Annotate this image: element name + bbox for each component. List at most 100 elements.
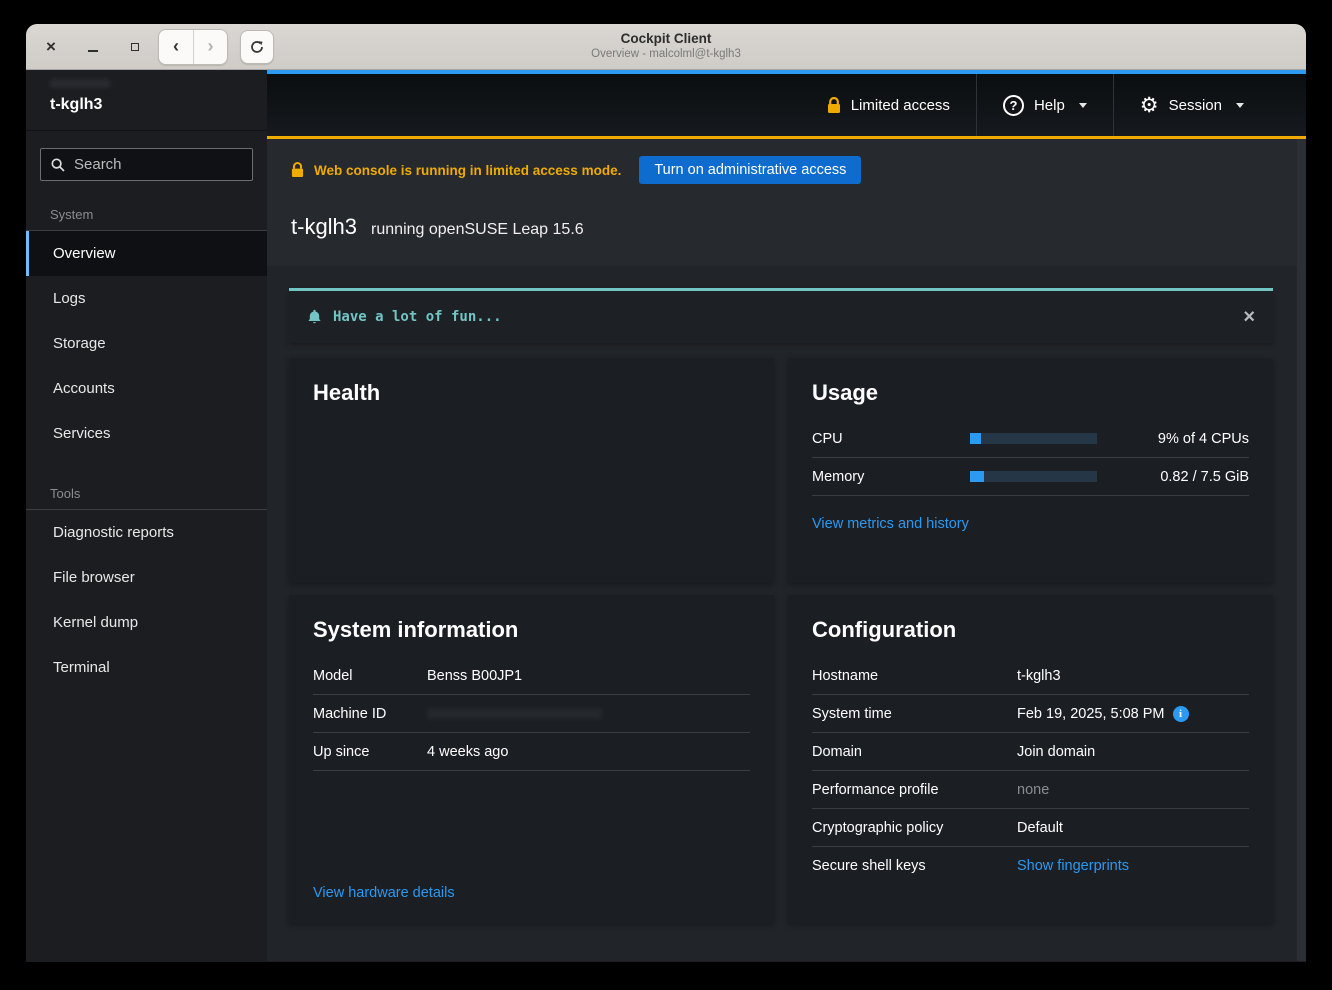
page-header: Web console is running in limited access…	[267, 139, 1306, 266]
performance-profile-value: none	[1017, 782, 1049, 798]
hostname-row: Hostname t-kglh3	[812, 657, 1249, 695]
memory-usage-value: 0.82 / 7.5 GiB	[1097, 469, 1249, 485]
sidebar: t-kglh3 System Overview Logs Storage Acc…	[26, 70, 267, 961]
cpu-progress-bar	[970, 433, 1097, 444]
show-fingerprints-link[interactable]: Show fingerprints	[1017, 858, 1129, 874]
forward-button[interactable]: ›	[193, 30, 227, 64]
system-time-value: Feb 19, 2025, 5:08 PM	[1017, 706, 1165, 722]
sidebar-item-file-browser[interactable]: File browser	[26, 555, 267, 600]
turn-on-admin-access-button[interactable]: Turn on administrative access	[639, 156, 861, 184]
model-row: Model Benss B00JP1	[313, 657, 750, 695]
redacted-user-label	[50, 79, 110, 88]
window-title: Cockpit Client	[621, 31, 712, 48]
cryptographic-policy-value: Default	[1017, 820, 1063, 836]
health-card: Health	[289, 358, 774, 583]
sidebar-item-services[interactable]: Services	[26, 411, 267, 456]
sidebar-item-logs[interactable]: Logs	[26, 276, 267, 321]
performance-profile-label: Performance profile	[812, 782, 1017, 798]
page-title: t-kglh3 running openSUSE Leap 15.6	[291, 214, 1282, 240]
up-since-value: 4 weeks ago	[427, 744, 508, 760]
window-controls: ×	[26, 38, 144, 56]
cpu-usage-row: CPU 9% of 4 CPUs	[812, 420, 1249, 458]
usage-card: Usage CPU 9% of 4 CPUs Memory	[788, 358, 1273, 583]
machine-id-label: Machine ID	[313, 706, 427, 722]
model-label: Model	[313, 668, 427, 684]
up-since-label: Up since	[313, 744, 427, 760]
cryptographic-policy-row: Cryptographic policy Default	[812, 809, 1249, 847]
page-os-text: running openSUSE Leap 15.6	[371, 221, 584, 239]
sidebar-search[interactable]	[40, 148, 253, 181]
help-icon: ?	[1003, 95, 1024, 116]
cpu-progress-fill	[970, 433, 981, 444]
domain-label: Domain	[812, 744, 1017, 760]
gear-icon: ⚙	[1140, 95, 1159, 116]
session-menu[interactable]: ⚙ Session	[1114, 74, 1270, 136]
help-menu[interactable]: ? Help	[977, 74, 1113, 136]
search-icon	[51, 158, 65, 172]
motd-alert: Have a lot of fun... ×	[289, 288, 1273, 343]
performance-profile-row: Performance profile none	[812, 771, 1249, 809]
masthead: Limited access ? Help ⚙ Session	[267, 70, 1306, 139]
banner-message: Web console is running in limited access…	[314, 163, 621, 178]
info-icon[interactable]: i	[1173, 706, 1189, 722]
system-time-row: System time Feb 19, 2025, 5:08 PM i	[812, 695, 1249, 733]
sidebar-section-system: System	[26, 191, 267, 230]
machine-id-redacted-value	[427, 708, 602, 719]
page-hostname: t-kglh3	[291, 214, 357, 240]
memory-label: Memory	[812, 469, 970, 485]
sidebar-item-kernel-dump[interactable]: Kernel dump	[26, 600, 267, 645]
secure-shell-keys-label: Secure shell keys	[812, 858, 1017, 874]
secure-shell-keys-row: Secure shell keys Show fingerprints	[812, 847, 1249, 885]
lock-icon	[291, 162, 304, 178]
sidebar-item-diagnostic-reports[interactable]: Diagnostic reports	[26, 510, 267, 555]
scrollbar[interactable]	[1297, 139, 1306, 961]
configuration-card: Configuration Hostname t-kglh3 System ti…	[788, 595, 1273, 923]
up-since-row: Up since 4 weeks ago	[313, 733, 750, 771]
help-label: Help	[1034, 97, 1065, 114]
titlebar: × ‹ › Cockpit Client Overview - malcolml…	[26, 24, 1306, 70]
memory-usage-row: Memory 0.82 / 7.5 GiB	[812, 458, 1249, 496]
view-metrics-link[interactable]: View metrics and history	[812, 516, 1249, 532]
sidebar-section-tools: Tools	[26, 456, 267, 509]
machine-id-row: Machine ID	[313, 695, 750, 733]
alert-close-icon[interactable]: ×	[1243, 307, 1255, 327]
health-card-title: Health	[313, 380, 750, 406]
system-information-card: System information Model Benss B00JP1 Ma…	[289, 595, 774, 923]
configuration-card-title: Configuration	[812, 617, 1249, 643]
motd-text: Have a lot of fun...	[333, 309, 502, 325]
system-time-label: System time	[812, 706, 1017, 722]
history-nav-group: ‹ ›	[158, 29, 228, 65]
hostname-label: Hostname	[812, 668, 1017, 684]
limited-access-label: Limited access	[851, 97, 950, 114]
cpu-label: CPU	[812, 431, 970, 447]
hostname-value: t-kglh3	[1017, 668, 1061, 684]
sidebar-item-terminal[interactable]: Terminal	[26, 645, 267, 690]
search-input[interactable]	[74, 156, 224, 173]
model-value: Benss B00JP1	[427, 668, 522, 684]
sidebar-host-title: t-kglh3	[26, 90, 267, 131]
limited-access-indicator[interactable]: Limited access	[801, 74, 976, 136]
cpu-usage-value: 9% of 4 CPUs	[1097, 431, 1249, 447]
limited-access-banner: Web console is running in limited access…	[291, 156, 1282, 184]
bell-icon	[307, 309, 322, 325]
join-domain-value[interactable]: Join domain	[1017, 744, 1095, 760]
view-hardware-details-link[interactable]: View hardware details	[313, 885, 750, 901]
sidebar-item-storage[interactable]: Storage	[26, 321, 267, 366]
refresh-button[interactable]	[240, 30, 274, 64]
system-information-card-title: System information	[313, 617, 750, 643]
sidebar-item-accounts[interactable]: Accounts	[26, 366, 267, 411]
minimize-window-icon[interactable]	[84, 38, 102, 56]
main-area: Limited access ? Help ⚙ Session	[267, 70, 1306, 961]
cryptographic-policy-label: Cryptographic policy	[812, 820, 1017, 836]
chevron-down-icon	[1079, 103, 1087, 108]
session-label: Session	[1169, 97, 1222, 114]
sidebar-item-overview[interactable]: Overview	[26, 231, 267, 276]
window-subtitle: Overview - malcolml@t-kglh3	[591, 48, 741, 62]
close-window-icon[interactable]: ×	[42, 38, 60, 56]
overview-content: Have a lot of fun... × Health Usage CPU	[267, 266, 1306, 961]
back-button[interactable]: ‹	[159, 30, 193, 64]
memory-progress-bar	[970, 471, 1097, 482]
app-window: × ‹ › Cockpit Client Overview - malcolml…	[26, 24, 1306, 962]
maximize-window-icon[interactable]	[126, 38, 144, 56]
memory-progress-fill	[970, 471, 984, 482]
